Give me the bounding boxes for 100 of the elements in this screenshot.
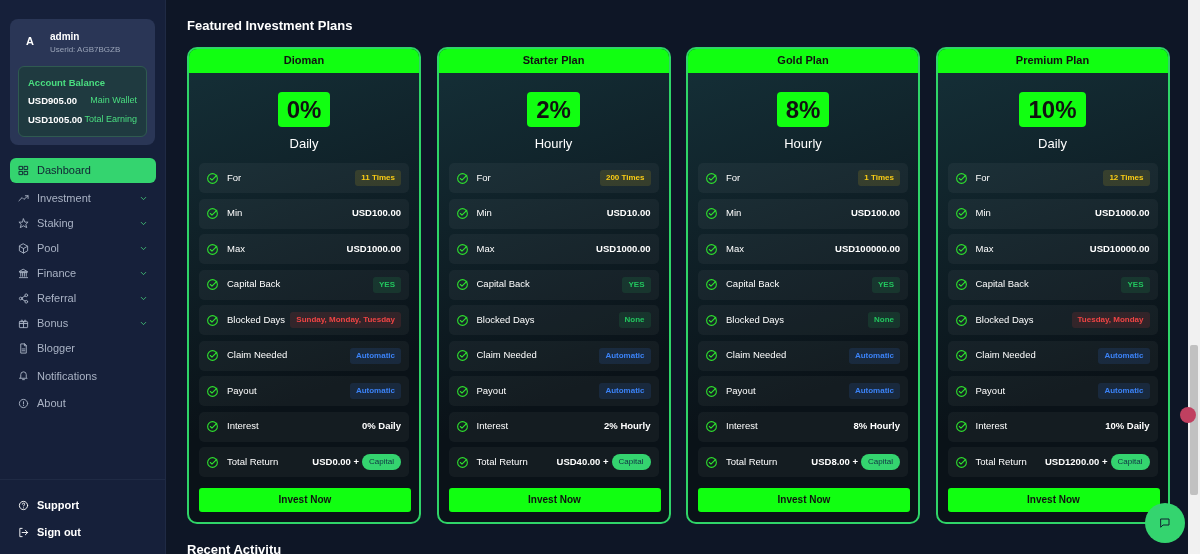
invest-button[interactable]: Invest Now bbox=[448, 487, 661, 512]
feature-label: Min bbox=[476, 206, 493, 221]
feature-tag: 1 Times bbox=[858, 170, 900, 186]
check-circle-icon bbox=[705, 384, 718, 398]
feature-tag: Automatic bbox=[599, 347, 651, 364]
sidebar-item[interactable]: Referral bbox=[10, 285, 156, 311]
check-circle-icon bbox=[705, 242, 718, 256]
chat-button[interactable] bbox=[1145, 503, 1185, 543]
check-circle-icon bbox=[705, 349, 718, 362]
invest-button[interactable]: Invest Now bbox=[698, 487, 910, 512]
feature-value: USD100.00 bbox=[850, 206, 900, 221]
sidebar-item[interactable]: Dashboard bbox=[10, 157, 156, 183]
feature-tag: Automatic bbox=[599, 383, 651, 399]
feature-value: USD1000.00 bbox=[596, 241, 651, 256]
check-circle-icon bbox=[455, 242, 469, 256]
check-circle-icon bbox=[206, 278, 219, 291]
check-circle-icon bbox=[954, 455, 968, 469]
feature-label: Total Return bbox=[476, 454, 529, 469]
feature-label: For bbox=[975, 170, 991, 185]
feature-tag: 11 Times bbox=[355, 170, 401, 186]
feature-label: Blocked Days bbox=[227, 312, 287, 327]
document-icon bbox=[18, 342, 29, 354]
section-title: Recent Activitu bbox=[187, 541, 283, 554]
feature-tag: YES bbox=[1121, 276, 1150, 293]
sidebar-item[interactable]: Pool bbox=[10, 235, 156, 261]
grid-icon bbox=[18, 164, 29, 176]
feature-tag: Automatic bbox=[1098, 383, 1150, 399]
feature-tag: Automatic bbox=[349, 347, 401, 364]
feature-value: USD100000.00 bbox=[835, 241, 900, 256]
check-circle-icon bbox=[206, 313, 219, 327]
check-circle-icon bbox=[705, 455, 718, 469]
feature-label: Claim Needed bbox=[726, 348, 788, 363]
feature-value: USD40.00 + bbox=[556, 454, 609, 469]
plan-period: Hourly bbox=[533, 134, 574, 153]
sidebar-item[interactable]: Staking bbox=[10, 210, 156, 236]
feature-label: Interest bbox=[227, 419, 260, 434]
check-circle-icon bbox=[954, 242, 968, 256]
sidebar-item[interactable]: Blogger bbox=[10, 335, 156, 361]
invest-button[interactable]: Invest Now bbox=[199, 487, 411, 512]
gift-icon bbox=[18, 317, 29, 329]
feature-label: Capital Back bbox=[975, 277, 1030, 292]
feature-value: 2% Hourly bbox=[604, 419, 651, 434]
extension-icon[interactable] bbox=[1180, 407, 1196, 423]
plan-period: Daily bbox=[288, 134, 320, 153]
check-circle-icon bbox=[455, 384, 469, 398]
sidebar-item[interactable]: Bonus bbox=[10, 310, 156, 336]
check-circle-icon bbox=[954, 313, 968, 327]
balance-amount: USD905.00 bbox=[28, 94, 78, 109]
feature-value: USD1200.00 + bbox=[1045, 454, 1108, 469]
feature-tag: YES bbox=[373, 276, 401, 293]
sidebar-link[interactable]: Support bbox=[10, 492, 156, 519]
bank-icon bbox=[18, 267, 29, 279]
feature-label: Claim Needed bbox=[227, 348, 289, 363]
plan-name: Premium Plan bbox=[937, 48, 1168, 73]
plan-name: Gold Plan bbox=[688, 48, 918, 73]
feature-label: Claim Needed bbox=[476, 348, 538, 363]
sidebar-item[interactable]: Investment bbox=[10, 185, 156, 211]
check-circle-icon bbox=[206, 171, 219, 185]
user-name: admin bbox=[50, 30, 81, 44]
sidebar-item[interactable]: About bbox=[10, 390, 156, 416]
check-circle-icon bbox=[705, 420, 718, 433]
check-circle-icon bbox=[954, 384, 968, 398]
sidebar-item[interactable]: Finance bbox=[10, 260, 156, 286]
feature-label: Blocked Days bbox=[726, 312, 786, 327]
feature-label: Payout bbox=[476, 383, 508, 398]
check-circle-icon bbox=[206, 242, 219, 256]
plan-period: Hourly bbox=[783, 134, 823, 153]
feature-tag: Automatic bbox=[848, 347, 900, 364]
check-circle-icon bbox=[455, 349, 469, 362]
feature-tag: Sunday, Monday, Tuesday bbox=[290, 312, 401, 328]
rate-badge: 10% bbox=[1019, 91, 1086, 127]
feature-label: Total Return bbox=[227, 454, 280, 469]
invest-button[interactable]: Invest Now bbox=[947, 487, 1160, 512]
feature-label: Capital Back bbox=[726, 277, 781, 292]
feature-label: Max bbox=[726, 241, 745, 256]
check-circle-icon bbox=[455, 420, 469, 433]
feature-value: USD10.00 bbox=[606, 206, 651, 221]
sidebar-item[interactable]: Notifications bbox=[10, 363, 156, 389]
check-circle-icon bbox=[954, 349, 968, 362]
feature-tag: Automatic bbox=[1098, 347, 1150, 364]
feature-label: Max bbox=[227, 241, 246, 256]
cube-icon bbox=[18, 242, 29, 254]
balance-title: Account Balance bbox=[28, 76, 107, 90]
scrollbar[interactable] bbox=[1188, 0, 1200, 554]
feature-label: Max bbox=[476, 241, 496, 256]
scroll-thumb[interactable] bbox=[1190, 345, 1198, 495]
feature-label: Payout bbox=[975, 383, 1007, 398]
info-icon bbox=[18, 397, 29, 409]
plan-name: Dioman bbox=[189, 48, 419, 73]
feature-label: Min bbox=[726, 206, 743, 221]
feature-label: Max bbox=[975, 241, 995, 256]
sidebar-link[interactable]: Sign out bbox=[10, 519, 156, 546]
check-circle-icon bbox=[455, 207, 469, 220]
check-circle-icon bbox=[206, 207, 219, 220]
balance-label: Main Wallet bbox=[90, 94, 137, 108]
help-icon bbox=[18, 500, 29, 511]
avatar: A bbox=[25, 33, 35, 49]
feature-label: Blocked Days bbox=[476, 312, 536, 327]
share-icon bbox=[18, 292, 29, 304]
feature-value: USD1000.00 bbox=[346, 241, 401, 256]
